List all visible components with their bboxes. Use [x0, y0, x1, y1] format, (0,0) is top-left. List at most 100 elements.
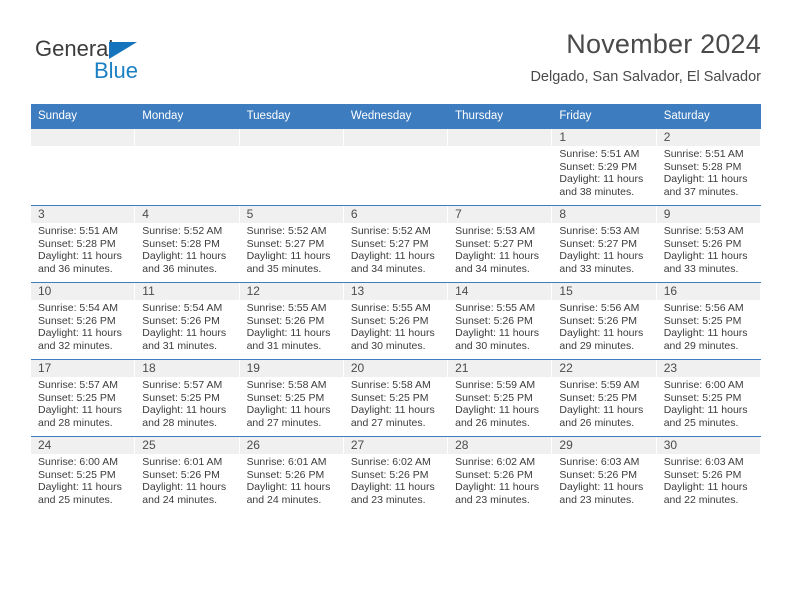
daylight-text-line1: Daylight: 11 hours [663, 404, 748, 417]
day-details: Sunrise: 5:51 AM Sunset: 5:28 PM Daylight:… [664, 148, 756, 198]
day-number: 13 [350, 284, 365, 298]
day-cell-inner [343, 129, 449, 205]
sunrise-text: Sunrise: 6:02 AM [455, 456, 536, 468]
sunset-text: Sunset: 5:26 PM [246, 468, 325, 481]
sunset-text: Sunset: 5:26 PM [350, 468, 429, 481]
day-cell-inner: 12 Sunrise: 5:55 AM Sunset: 5:26 PM Dayligh… [239, 283, 344, 359]
calendar-day-cell[interactable]: 13 Sunrise: 5:55 AM Sunset: 5:26 PM Dayligh… [343, 282, 449, 360]
day-details: Sunrise: 6:03 AM Sunset: 5:26 PM Daylight:… [559, 456, 651, 506]
calendar-day-cell[interactable]: 5 Sunrise: 5:52 AM Sunset: 5:27 PM Daylight… [239, 205, 344, 283]
day-cell-inner: 30 Sunrise: 6:03 AM Sunset: 5:26 PM Dayligh… [656, 437, 761, 513]
calendar-day-cell[interactable]: 15 Sunrise: 5:56 AM Sunset: 5:26 PM Dayligh… [552, 282, 657, 360]
daylight-text-line2: and 23 minutes. [455, 493, 530, 506]
day-number: 17 [38, 361, 52, 375]
calendar-day-cell[interactable]: 11 Sunrise: 5:54 AM Sunset: 5:26 PM Dayligh… [135, 282, 240, 360]
daylight-text-line1: Daylight: 11 hours [350, 327, 435, 340]
calendar-day-cell[interactable]: 23 Sunrise: 6:00 AM Sunset: 5:25 PM Dayligh… [656, 359, 761, 437]
day-cell-inner: 17 Sunrise: 5:57 AM Sunset: 5:25 PM Dayligh… [31, 360, 136, 436]
calendar-day-cell[interactable]: 8 Sunrise: 5:53 AM Sunset: 5:27 PM Daylight… [552, 205, 657, 283]
day-cell-inner: 27 Sunrise: 6:02 AM Sunset: 5:26 PM Dayligh… [343, 437, 449, 513]
sunrise-text: Sunrise: 5:57 AM [142, 379, 223, 391]
day-details: Sunrise: 5:52 AM Sunset: 5:27 PM Daylight:… [247, 225, 339, 275]
day-cell-inner [135, 129, 240, 205]
daylight-text-line2: and 36 minutes. [38, 262, 113, 275]
day-cell-inner: 14 Sunrise: 5:55 AM Sunset: 5:26 PM Dayligh… [448, 283, 553, 359]
daylight-text-line2: and 38 minutes. [559, 185, 635, 198]
daylight-text-line2: and 36 minutes. [142, 262, 217, 275]
sunrise-text: Sunrise: 6:03 AM [559, 456, 640, 468]
calendar-day-cell[interactable]: 3 Sunrise: 5:51 AM Sunset: 5:28 PM Daylight… [31, 205, 136, 283]
sunrise-text: Sunrise: 5:56 AM [559, 302, 640, 314]
sunset-text: Sunset: 5:26 PM [38, 314, 116, 327]
daylight-text-line2: and 34 minutes. [455, 262, 530, 275]
general-blue-logo[interactable]: General Blue [35, 36, 205, 94]
calendar-day-cell[interactable]: 26 Sunrise: 6:01 AM Sunset: 5:26 PM Dayligh… [239, 436, 344, 513]
calendar-day-cell[interactable]: 18 Sunrise: 5:57 AM Sunset: 5:25 PM Dayligh… [135, 359, 240, 437]
calendar-day-cell[interactable]: 24 Sunrise: 6:00 AM Sunset: 5:25 PM Dayligh… [31, 436, 136, 513]
calendar-day-cell[interactable]: 7 Sunrise: 5:53 AM Sunset: 5:27 PM Daylight… [448, 205, 553, 283]
day-details: Sunrise: 5:56 AM Sunset: 5:25 PM Daylight:… [664, 302, 756, 352]
daylight-text-line1: Daylight: 11 hours [350, 250, 435, 263]
calendar-day-cell[interactable]: 6 Sunrise: 5:52 AM Sunset: 5:27 PM Daylight… [343, 205, 449, 283]
daylight-text-line1: Daylight: 11 hours [246, 327, 331, 340]
daylight-text-line2: and 25 minutes. [663, 416, 739, 429]
daylight-text-line1: Daylight: 11 hours [455, 404, 539, 417]
day-number: 10 [38, 284, 52, 298]
day-details: Sunrise: 5:53 AM Sunset: 5:27 PM Daylight:… [455, 225, 547, 275]
calendar-day-cell[interactable]: 29 Sunrise: 6:03 AM Sunset: 5:26 PM Dayligh… [552, 436, 657, 513]
calendar-day-cell[interactable]: 1 Sunrise: 5:51 AM Sunset: 5:29 PM Daylight… [552, 128, 657, 206]
calendar-cell-empty [135, 128, 240, 206]
daylight-text-line1: Daylight: 11 hours [142, 327, 227, 340]
calendar-day-cell[interactable]: 16 Sunrise: 5:56 AM Sunset: 5:25 PM Dayligh… [656, 282, 761, 360]
calendar-day-cell[interactable]: 10 Sunrise: 5:54 AM Sunset: 5:26 PM Dayligh… [31, 282, 136, 360]
day-details: Sunrise: 5:55 AM Sunset: 5:26 PM Daylight:… [455, 302, 547, 352]
sunset-text: Sunset: 5:26 PM [559, 314, 638, 327]
sunset-text: Sunset: 5:29 PM [559, 160, 638, 173]
calendar-day-cell[interactable]: 28 Sunrise: 6:02 AM Sunset: 5:26 PM Dayligh… [448, 436, 553, 513]
daylight-text-line1: Daylight: 11 hours [663, 327, 748, 340]
weekday-header-saturday: Saturday [656, 104, 761, 129]
day-number: 19 [246, 361, 260, 375]
sunrise-text: Sunrise: 5:56 AM [663, 302, 744, 314]
daylight-text-line1: Daylight: 11 hours [38, 481, 122, 494]
calendar-day-cell[interactable]: 30 Sunrise: 6:03 AM Sunset: 5:26 PM Dayligh… [656, 436, 761, 513]
daylight-text-line1: Daylight: 11 hours [142, 250, 227, 263]
day-number: 29 [559, 438, 573, 452]
calendar-day-cell[interactable]: 2 Sunrise: 5:51 AM Sunset: 5:28 PM Daylight… [656, 128, 761, 206]
sunset-text: Sunset: 5:25 PM [455, 391, 533, 404]
daylight-text-line2: and 29 minutes. [559, 339, 635, 352]
calendar-day-cell[interactable]: 9 Sunrise: 5:53 AM Sunset: 5:26 PM Daylight… [656, 205, 761, 283]
logo-text-blue: Blue [94, 58, 139, 83]
calendar-day-cell[interactable]: 4 Sunrise: 5:52 AM Sunset: 5:28 PM Daylight… [135, 205, 240, 283]
calendar-day-cell[interactable]: 20 Sunrise: 5:58 AM Sunset: 5:25 PM Dayligh… [343, 359, 449, 437]
daylight-text-line2: and 25 minutes. [38, 493, 113, 506]
day-cell-inner: 16 Sunrise: 5:56 AM Sunset: 5:25 PM Dayligh… [656, 283, 761, 359]
daylight-text-line2: and 30 minutes. [455, 339, 530, 352]
calendar-day-cell[interactable]: 21 Sunrise: 5:59 AM Sunset: 5:25 PM Dayligh… [448, 359, 553, 437]
sunset-text: Sunset: 5:28 PM [142, 237, 220, 250]
calendar-day-cell[interactable]: 19 Sunrise: 5:58 AM Sunset: 5:25 PM Dayligh… [239, 359, 344, 437]
day-number: 7 [455, 207, 462, 221]
daylight-text-line1: Daylight: 11 hours [455, 481, 539, 494]
day-number: 12 [246, 284, 260, 298]
calendar-day-cell[interactable]: 25 Sunrise: 6:01 AM Sunset: 5:26 PM Dayligh… [135, 436, 240, 513]
day-number: 23 [663, 361, 678, 375]
calendar-day-cell[interactable]: 27 Sunrise: 6:02 AM Sunset: 5:26 PM Dayligh… [343, 436, 449, 513]
day-cell-inner: 28 Sunrise: 6:02 AM Sunset: 5:26 PM Dayligh… [448, 437, 553, 513]
day-details: Sunrise: 5:51 AM Sunset: 5:29 PM Daylight:… [559, 148, 651, 198]
day-details: Sunrise: 6:03 AM Sunset: 5:26 PM Daylight:… [664, 456, 756, 506]
calendar-day-cell[interactable]: 12 Sunrise: 5:55 AM Sunset: 5:26 PM Dayligh… [239, 282, 344, 360]
daylight-text-line1: Daylight: 11 hours [455, 327, 539, 340]
day-number: 1 [559, 130, 567, 144]
day-cell-inner: 25 Sunrise: 6:01 AM Sunset: 5:26 PM Dayligh… [135, 437, 240, 513]
calendar-day-cell[interactable]: 17 Sunrise: 5:57 AM Sunset: 5:25 PM Dayligh… [31, 359, 136, 437]
calendar-day-cell[interactable]: 14 Sunrise: 5:55 AM Sunset: 5:26 PM Dayligh… [448, 282, 553, 360]
daylight-text-line1: Daylight: 11 hours [559, 173, 644, 186]
calendar-week-row: 24 Sunrise: 6:00 AM Sunset: 5:25 PM Dayligh… [31, 436, 761, 513]
weekday-header-wednesday: Wednesday [343, 104, 449, 129]
weekday-header-sunday: Sunday [31, 104, 136, 129]
calendar-day-cell[interactable]: 22 Sunrise: 5:59 AM Sunset: 5:25 PM Dayligh… [552, 359, 657, 437]
day-details: Sunrise: 5:52 AM Sunset: 5:28 PM Daylight:… [142, 225, 234, 275]
sunset-text: Sunset: 5:26 PM [455, 314, 533, 327]
day-cell-inner: 3 Sunrise: 5:51 AM Sunset: 5:28 PM Daylight… [31, 206, 136, 282]
